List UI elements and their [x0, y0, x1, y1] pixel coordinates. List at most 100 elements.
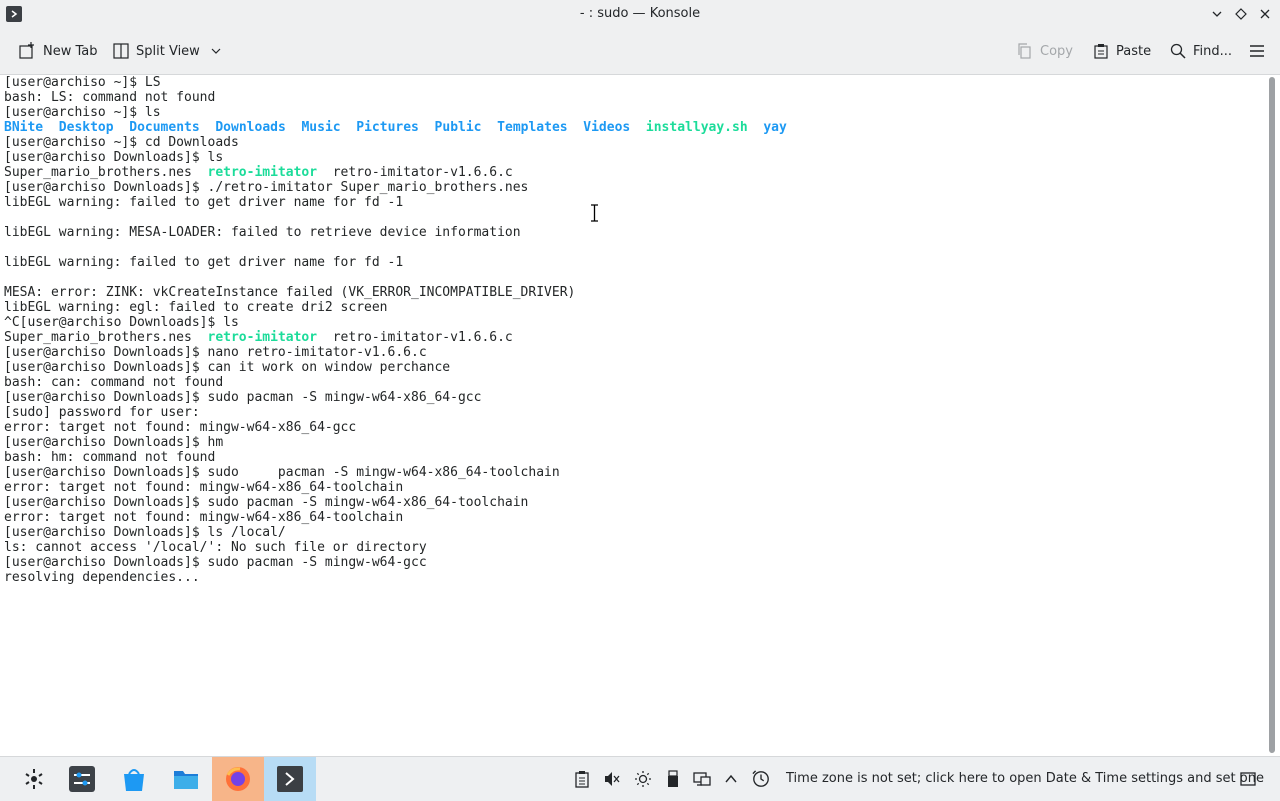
terminal-text: bash: LS: command not found — [4, 90, 216, 105]
terminal-line: [user@archiso Downloads]$ sudo pacman -S… — [4, 390, 787, 405]
show-desktop-icon[interactable] — [1239, 770, 1257, 788]
task-konsole[interactable] — [264, 757, 316, 801]
terminal-scrollbar[interactable] — [1265, 75, 1280, 756]
paste-button[interactable]: Paste — [1093, 38, 1151, 64]
terminal-view[interactable]: [user@archiso ~]$ LS bash: LS: command no… — [0, 75, 1265, 756]
new-tab-icon — [19, 42, 34, 59]
paste-label: Paste — [1116, 43, 1152, 59]
terminal-text: libEGL warning: failed to get driver nam… — [4, 195, 404, 210]
terminal-line: libEGL warning: failed to get driver nam… — [4, 195, 787, 210]
terminal-line: [user@archiso Downloads]$ sudo pacman -S… — [4, 495, 787, 510]
konsole-icon — [277, 766, 303, 792]
terminal-line: [user@archiso Downloads]$ can it work on… — [4, 360, 787, 375]
task-system-settings[interactable] — [56, 757, 108, 801]
close-button[interactable] — [1255, 4, 1275, 24]
folder-icon — [174, 771, 198, 789]
chevron-down-icon[interactable] — [211, 46, 221, 56]
removable-device-icon[interactable] — [664, 770, 682, 788]
clock-warning-icon[interactable] — [752, 770, 770, 788]
diamond-icon — [1235, 8, 1247, 20]
terminal-text: error: target not found: mingw-w64-x86_6… — [4, 480, 404, 495]
terminal-text: [user@archiso Downloads]$ sudo pacman -S… — [4, 495, 529, 510]
split-view-button[interactable]: Split View — [113, 38, 221, 64]
terminal-text: libEGL warning: failed to get driver nam… — [4, 255, 404, 270]
terminal-line: bash: can: command not found — [4, 375, 787, 390]
hamburger-menu-icon — [1250, 45, 1264, 57]
split-view-icon — [113, 43, 129, 59]
terminal-line: [user@archiso Downloads]$ ls — [4, 150, 787, 165]
display-configuration-icon[interactable] — [693, 770, 711, 788]
terminal-text: Super_mario_brothers.nes — [4, 330, 208, 345]
text-cursor-icon — [590, 204, 599, 222]
application-launcher[interactable] — [8, 757, 60, 801]
terminal-ls-entry: Videos — [583, 120, 631, 135]
scrollbar-thumb[interactable] — [1269, 77, 1275, 753]
chevron-up-icon[interactable] — [722, 770, 740, 788]
terminal-text: [user@archiso Downloads]$ nano retro-imi… — [4, 345, 427, 360]
terminal-text: [user@archiso Downloads]$ hm — [4, 435, 224, 450]
terminal-line: libEGL warning: failed to get driver nam… — [4, 255, 787, 270]
terminal-ls-entry: Desktop — [58, 120, 114, 135]
terminal-line: bash: LS: command not found — [4, 90, 787, 105]
terminal-text: bash: can: command not found — [4, 375, 224, 390]
task-discover[interactable] — [108, 757, 160, 801]
terminal-text: libEGL warning: MESA-LOADER: failed to r… — [4, 225, 521, 240]
terminal-ls-entry: Templates — [497, 120, 568, 135]
brightness-icon[interactable] — [634, 770, 652, 788]
terminal-line: libEGL warning: egl: failed to create dr… — [4, 300, 787, 315]
volume-muted-icon[interactable] — [603, 770, 621, 788]
terminal-line: resolving dependencies... — [4, 570, 787, 585]
terminal-text: error: target not found: mingw-w64-x86_6… — [4, 510, 404, 525]
terminal-ls-entry: Music — [301, 120, 341, 135]
terminal-text: libEGL warning: egl: failed to create dr… — [4, 300, 388, 315]
terminal-ls-entry: Pictures — [356, 120, 419, 135]
terminal-ls-entry: Documents — [129, 120, 200, 135]
close-icon — [1260, 9, 1270, 19]
terminal-text: [user@archiso Downloads]$ sudo pacman -S… — [4, 390, 482, 405]
terminal-ls-entry: yay — [763, 120, 787, 135]
terminal-text: [user@archiso Downloads]$ ./retro-imitat… — [4, 180, 529, 195]
terminal-line: [user@archiso ~]$ ls — [4, 105, 787, 120]
chevron-down-icon — [1212, 11, 1222, 17]
task-file-manager[interactable] — [160, 757, 212, 801]
terminal-text: [user@archiso ~]$ cd Downloads — [4, 135, 239, 150]
copy-button[interactable]: Copy — [1017, 38, 1073, 64]
terminal-line: Super_mario_brothers.nes retro-imitator … — [4, 330, 787, 345]
terminal-ls-entry: BNite — [4, 120, 44, 135]
new-tab-button[interactable]: New Tab — [18, 38, 98, 64]
clipboard-icon[interactable] — [573, 770, 591, 788]
terminal-text: error: target not found: mingw-w64-x86_6… — [4, 420, 357, 435]
terminal-line: error: target not found: mingw-w64-x86_6… — [4, 510, 787, 525]
toolbar: New Tab Split View Copy Paste Find... — [0, 28, 1280, 75]
maximize-button[interactable] — [1231, 4, 1251, 24]
find-button[interactable]: Find... — [1170, 38, 1232, 64]
terminal-output: [user@archiso ~]$ LS bash: LS: command no… — [4, 75, 787, 585]
menu-button[interactable] — [1249, 38, 1265, 64]
terminal-text: ^C[user@archiso Downloads]$ ls — [4, 315, 239, 330]
search-icon — [1170, 43, 1186, 59]
paste-icon — [1094, 44, 1108, 59]
terminal-text: [user@archiso ~]$ LS — [4, 75, 161, 90]
terminal-line: Super_mario_brothers.nes retro-imitator … — [4, 165, 787, 180]
settings-icon — [69, 766, 95, 792]
terminal-text: retro-imitator-v1.6.6.c — [317, 330, 513, 345]
terminal-line: [user@archiso Downloads]$ ls /local/ — [4, 525, 787, 540]
terminal-line: ^C[user@archiso Downloads]$ ls — [4, 315, 787, 330]
terminal-ls-entry: retro-imitator — [207, 330, 318, 345]
minimize-button[interactable] — [1207, 4, 1227, 24]
task-firefox[interactable] — [212, 757, 264, 801]
terminal-line: bash: hm: command not found — [4, 450, 787, 465]
terminal-line: [user@archiso Downloads]$ nano retro-imi… — [4, 345, 787, 360]
timezone-status-text[interactable]: Time zone is not set; click here to open… — [786, 771, 1264, 786]
